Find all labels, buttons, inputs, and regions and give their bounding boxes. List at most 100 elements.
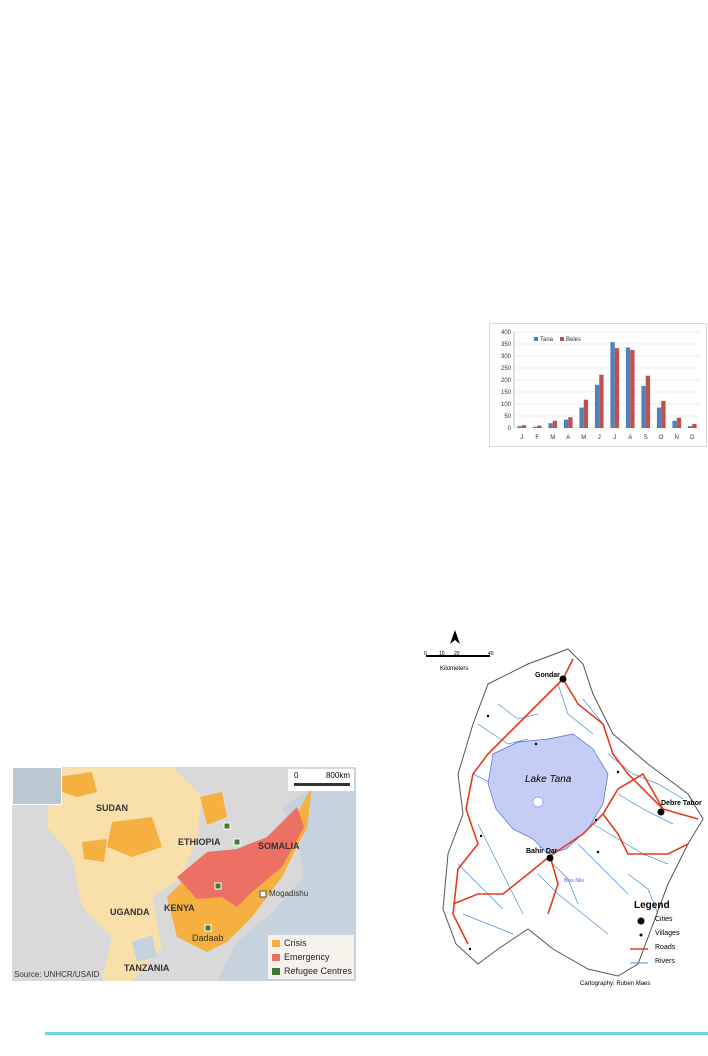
legend-cities-label: Cities [655,916,673,923]
label-kenya: KENYA [164,903,195,913]
scale-bar: 0 800km [288,769,354,791]
bar-beles [676,417,682,428]
legend-roads-label: Roads [655,944,676,951]
x-tick-label: A [566,435,570,441]
rainfall-chart: 0 50 100 150 200 250 300 350 400 J F M A M J J A S O N D Tana… [489,323,707,447]
legend-rivers-label: Rivers [655,958,675,965]
label-tanzania: TANZANIA [124,963,170,973]
label-sudan: SUDAN [96,803,129,813]
bar-beles [661,400,666,428]
x-tick-label: J [613,435,616,441]
refugee-centre-marker [214,882,222,890]
y-tick-label: 300 [501,354,512,360]
y-tick-label: 250 [501,366,512,372]
legend-swatch [272,968,280,975]
lake-island [532,796,544,808]
x-tick-label: D [690,435,695,441]
label-gondar: Gondar [535,672,560,679]
x-tick-label: J [598,435,601,441]
legend-label: Tana [540,337,554,343]
bar-beles [568,417,573,428]
x-tick-label: O [659,435,664,441]
tana-map-shapes [426,630,704,977]
city-debre-tabor-marker [657,808,665,816]
legend-swatch [560,337,564,341]
north-arrow-icon [450,630,460,644]
legend-refugee: Refugee Centres [272,966,352,976]
bar-tana [548,423,553,428]
bar-tana [517,426,522,428]
legend-city-icon [637,917,645,925]
y-tick-label: 150 [501,390,512,396]
label-ethiopia: ETHIOPIA [178,837,221,847]
y-tick-label: 350 [501,342,512,348]
legend-village-icon [639,933,643,937]
label-bahir-dar: Bahir Dar [526,848,558,855]
y-tick-label: 400 [501,330,512,336]
legend-swatch [272,940,280,947]
bar-beles [630,350,635,428]
label-somalia: SOMALIA [258,841,300,851]
locator-inset [12,767,62,805]
legend-swatch [534,337,538,341]
y-tick-label: 50 [504,414,511,420]
x-tick-label: J [520,435,523,441]
label-lake-tana: Lake Tana [525,774,572,785]
bar-tana [641,386,646,428]
legend-crisis: Crisis [272,938,307,948]
bar-beles [583,399,589,428]
scale-line [294,783,350,786]
bar-beles [614,348,620,428]
x-tick-label: M [550,435,555,441]
bar-beles [552,420,558,428]
y-tick-label: 200 [501,378,512,384]
label-mogadishu: Mogadishu [269,889,309,898]
bar-beles [537,425,542,428]
y-tick-label: 100 [501,402,512,408]
x-tick-label: S [644,435,648,441]
scale-end-label: 800km [325,771,350,780]
bar-beles [692,423,697,428]
bar-beles [521,425,527,428]
label-blue-nile: Blue Nile [564,878,585,884]
x-tick-label: N [675,435,679,441]
x-tick-label: A [628,435,632,441]
tana-basin-map: 0 10 20 40 Kilometers Lake Tana Gondar D… [418,624,708,994]
bar-tana [594,384,600,428]
footer-rule [45,1032,708,1035]
label-debre-tabor: Debre Tabor [661,800,702,807]
crisis-legend: Crisis Emergency Refugee Centres [268,935,354,979]
label-uganda: UGANDA [110,907,150,917]
bar-tana [687,426,693,428]
refugee-centre-marker [233,838,241,846]
map-source: Source: UNHCR/USAID [14,970,100,979]
scale-start-label: 0 [294,771,299,780]
bar-tana [532,426,538,428]
bar-tana [672,420,677,428]
bar-tana [625,347,631,428]
bar-tana [579,407,584,428]
city-bahir-dar-marker [546,854,554,862]
bar-tana [656,407,662,428]
crisis-patch [82,839,107,862]
legend-swatch [272,954,280,961]
bar-beles [599,374,604,428]
bar-tana [563,419,569,428]
mogadishu-marker [259,890,267,898]
tana-legend-title: Legend [634,900,670,911]
y-tick-label: 0 [508,426,512,432]
bar-tana [610,342,615,428]
legend-emergency: Emergency [272,952,330,962]
cartography-credit: Cartography: Ruben Maes [580,981,651,987]
km-scale-unit: Kilometers [440,666,469,672]
rainfall-chart-svg: 0 50 100 150 200 250 300 350 400 J F M A M J J A S O N D Tana… [501,330,700,441]
bar-beles [645,375,651,428]
city-gondar-marker [559,675,567,683]
label-dadaab: Dadaab [192,933,224,943]
x-tick-label: F [535,435,539,441]
refugee-centre-marker [204,924,212,932]
x-tick-label: M [581,435,586,441]
legend-label: Beles [566,337,581,343]
crisis-map: 0 800km SUDAN ETHIOPIA SOMALIA UGANDA KE… [12,767,356,981]
refugee-centre-marker [223,822,231,830]
